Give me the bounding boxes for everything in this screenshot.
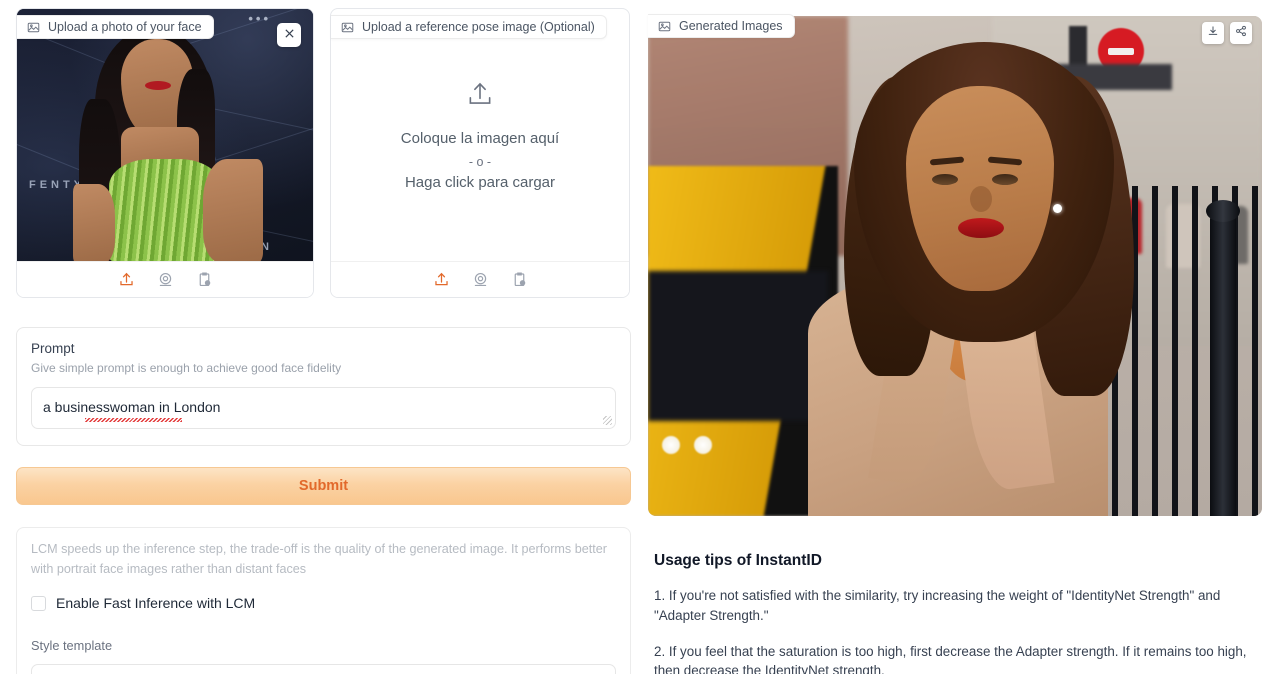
right-column: Generated Images Usage tips of InstantID… xyxy=(640,0,1272,674)
face-upload-label: Upload a photo of your face xyxy=(17,15,214,39)
download-button[interactable] xyxy=(1202,22,1224,44)
prompt-input-value: a businesswoman in London xyxy=(43,399,221,415)
left-column: Upload a photo of your face ••• FENTY N xyxy=(0,0,640,674)
style-template-title: Style template xyxy=(31,638,113,654)
paste-clipboard-icon[interactable] xyxy=(196,271,213,288)
webcam-icon[interactable] xyxy=(472,271,489,288)
textarea-resize-handle[interactable] xyxy=(603,416,612,425)
prompt-title: Prompt xyxy=(31,341,75,356)
dropzone-or-text: - o - xyxy=(468,155,492,169)
lcm-description: LCM speeds up the inference step, the tr… xyxy=(31,542,607,576)
spellcheck-underline xyxy=(85,418,182,422)
image-actions xyxy=(1202,22,1252,44)
lcm-checkbox-row[interactable]: Enable Fast Inference with LCM xyxy=(31,595,616,611)
instantid-app: Upload a photo of your face ••• FENTY N xyxy=(0,0,1272,674)
pose-upload-label-text: Upload a reference pose image (Optional) xyxy=(362,20,595,34)
style-template-section: Style template (No style) xyxy=(16,625,631,674)
image-icon xyxy=(341,21,354,34)
share-icon xyxy=(1235,24,1247,42)
share-button[interactable] xyxy=(1230,22,1252,44)
close-icon xyxy=(284,26,295,44)
pose-dropzone[interactable]: Coloque la imagen aquí - o - Haga click … xyxy=(331,9,629,261)
lcm-section: LCM speeds up the inference step, the tr… xyxy=(16,527,631,626)
face-upload-toolbar xyxy=(17,261,313,297)
face-upload-label-text: Upload a photo of your face xyxy=(48,20,202,34)
upload-icon[interactable] xyxy=(433,271,450,288)
upload-icon[interactable] xyxy=(118,271,135,288)
style-template-select[interactable]: (No style) xyxy=(31,664,616,674)
image-icon xyxy=(658,20,671,33)
prompt-subtitle: Give simple prompt is enough to achieve … xyxy=(31,361,342,375)
usage-tips: Usage tips of InstantID 1. If you're not… xyxy=(648,516,1266,674)
usage-tips-title: Usage tips of InstantID xyxy=(654,552,822,569)
prompt-input[interactable]: a businesswoman in London xyxy=(31,387,616,429)
usage-tip-2: 2. If you feel that the saturation is to… xyxy=(654,643,1247,674)
generated-images-label-text: Generated Images xyxy=(679,19,783,33)
generated-images-label: Generated Images xyxy=(648,14,795,38)
upload-arrow-icon xyxy=(465,79,495,114)
pose-upload-toolbar xyxy=(331,261,629,297)
remove-face-image-button[interactable] xyxy=(277,23,301,47)
dropzone-primary-text: Coloque la imagen aquí xyxy=(400,130,560,147)
paste-clipboard-icon[interactable] xyxy=(511,271,528,288)
uploaded-face-image[interactable]: ••• FENTY N xyxy=(17,9,313,261)
pose-upload-label: Upload a reference pose image (Optional) xyxy=(331,15,607,39)
upload-row: Upload a photo of your face ••• FENTY N xyxy=(16,8,632,298)
image-icon xyxy=(27,21,40,34)
prompt-card: Prompt Give simple prompt is enough to a… xyxy=(16,327,631,446)
lcm-checkbox-label: Enable Fast Inference with LCM xyxy=(56,595,256,612)
face-upload-card[interactable]: Upload a photo of your face ••• FENTY N xyxy=(16,8,314,298)
download-icon xyxy=(1207,24,1219,42)
webcam-icon[interactable] xyxy=(157,271,174,288)
pose-upload-card[interactable]: Upload a reference pose image (Optional)… xyxy=(330,8,630,298)
usage-tip-1: 1. If you're not satisfied with the simi… xyxy=(654,588,1221,623)
generated-images-card: Generated Images xyxy=(648,8,1262,516)
dropzone-click-text: Haga click para cargar xyxy=(404,174,556,191)
photo-top-text: ••• xyxy=(248,11,271,26)
lcm-checkbox[interactable] xyxy=(31,595,46,611)
submit-button[interactable]: Submit xyxy=(16,467,631,505)
generated-image[interactable] xyxy=(648,16,1262,516)
